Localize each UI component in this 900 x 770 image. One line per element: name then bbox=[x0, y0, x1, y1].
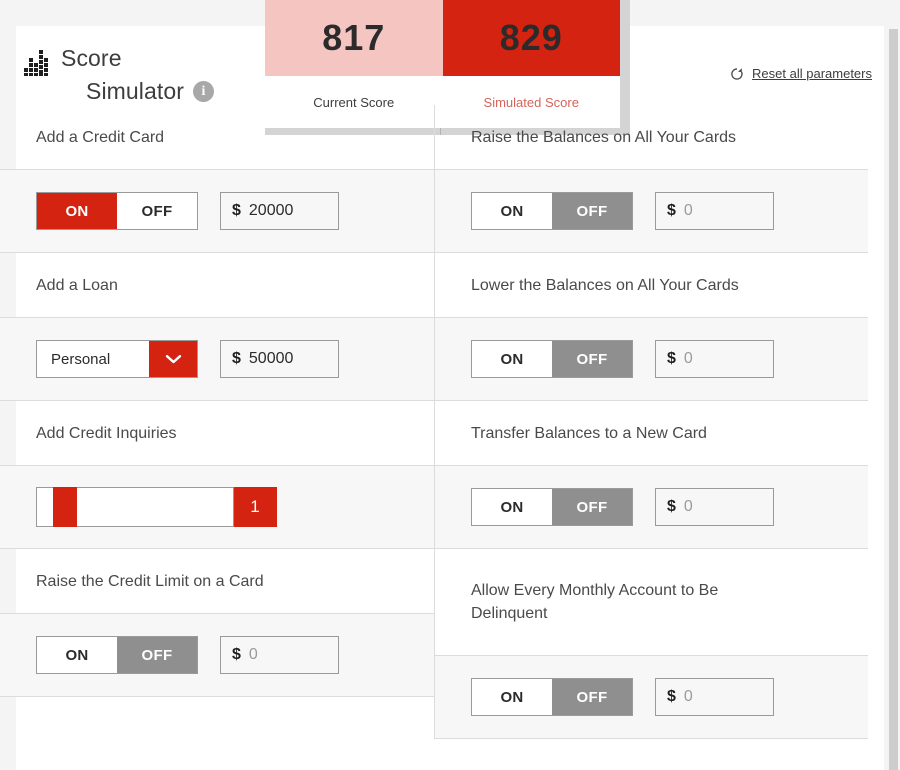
parameter-row: Raise the Credit Limit on a Card ON OFF $0 bbox=[0, 549, 434, 697]
amount-value: 0 bbox=[683, 350, 693, 367]
slider-handle[interactable] bbox=[52, 487, 77, 527]
parameter-control-row: ON OFF $0 bbox=[435, 465, 868, 549]
parameter-row: Add a Loan Personal $50000 bbox=[0, 253, 434, 401]
parameter-row: Transfer Balances to a New Card ON OFF $0 bbox=[435, 401, 868, 549]
score-values-row: 817 829 bbox=[265, 0, 620, 76]
currency-symbol: $ bbox=[667, 688, 676, 705]
toggle-off-option[interactable]: OFF bbox=[552, 489, 632, 525]
amount-value: 20000 bbox=[248, 202, 294, 219]
page-title: Score Simulator i bbox=[61, 42, 221, 108]
parameter-label: Lower the Balances on All Your Cards bbox=[471, 276, 739, 294]
parameter-label: Add a Credit Card bbox=[36, 128, 165, 146]
equalizer-logo-icon bbox=[24, 50, 48, 76]
amount-field[interactable]: $50000 bbox=[220, 340, 339, 378]
credit-inquiries-slider[interactable]: 1 bbox=[36, 487, 277, 527]
currency-symbol: $ bbox=[232, 350, 241, 367]
currency-symbol: $ bbox=[232, 646, 241, 663]
parameter-row: Add a Credit Card ON OFF $20000 bbox=[0, 105, 434, 253]
parameter-control-row: Personal $50000 bbox=[0, 317, 434, 401]
amount-value: 0 bbox=[683, 202, 693, 219]
toggle-on-option[interactable]: ON bbox=[472, 193, 552, 229]
parameter-row: Add Credit Inquiries 1 bbox=[0, 401, 434, 549]
page-scrollbar-thumb[interactable] bbox=[889, 29, 898, 770]
loan-type-select[interactable]: Personal bbox=[36, 340, 198, 378]
amount-field[interactable]: $20000 bbox=[220, 192, 339, 230]
parameter-control-row: ON OFF $0 bbox=[0, 613, 434, 697]
toggle-on-option[interactable]: ON bbox=[472, 679, 552, 715]
brand-line-2: Simulator bbox=[86, 78, 185, 104]
parameters-column-right: Raise the Balances on All Your Cards ON OF… bbox=[434, 105, 868, 739]
currency-symbol: $ bbox=[232, 202, 241, 219]
toggle-on-option[interactable]: ON bbox=[37, 193, 117, 229]
on-off-toggle[interactable]: ON OFF bbox=[36, 192, 198, 230]
simulated-score-value: 829 bbox=[442, 0, 620, 76]
reset-all-parameters-button[interactable]: Reset all parameters bbox=[730, 66, 872, 81]
page-root: Score Simulator i Reset all parameters 8… bbox=[0, 0, 900, 770]
on-off-toggle[interactable]: ON OFF bbox=[36, 636, 198, 674]
parameter-label: Add Credit Inquiries bbox=[36, 424, 177, 442]
currency-symbol: $ bbox=[667, 498, 676, 515]
parameters-grid: Add a Credit Card ON OFF $20000 Add a Loan Pe… bbox=[0, 105, 868, 739]
on-off-toggle[interactable]: ON OFF bbox=[471, 678, 633, 716]
app-branding: Score Simulator i bbox=[24, 42, 221, 108]
parameter-control-row: ON OFF $0 bbox=[435, 317, 868, 401]
toggle-on-option[interactable]: ON bbox=[37, 637, 117, 673]
parameter-label: Allow Every Monthly Account to Be Delinqu… bbox=[435, 549, 868, 655]
parameter-control-row: 1 bbox=[0, 465, 434, 549]
parameter-label-line-1: Allow Every Monthly Account to Be bbox=[471, 582, 719, 599]
select-selected-value: Personal bbox=[37, 341, 149, 377]
toggle-off-option[interactable]: OFF bbox=[117, 637, 197, 673]
parameter-row: Allow Every Monthly Account to Be Delinqu… bbox=[435, 549, 868, 739]
parameter-control-row: ON OFF $0 bbox=[435, 655, 868, 739]
amount-value: 50000 bbox=[248, 350, 294, 367]
amount-value: 0 bbox=[683, 498, 693, 515]
parameter-control-row: ON OFF $0 bbox=[435, 169, 868, 253]
reset-link-label: Reset all parameters bbox=[752, 66, 872, 81]
parameter-control-row: ON OFF $20000 bbox=[0, 169, 434, 253]
on-off-toggle[interactable]: ON OFF bbox=[471, 192, 633, 230]
toggle-off-option[interactable]: OFF bbox=[552, 193, 632, 229]
parameter-row: Lower the Balances on All Your Cards ON OF… bbox=[435, 253, 868, 401]
brand-line-2-wrap: Simulator i bbox=[61, 75, 215, 108]
toggle-on-option[interactable]: ON bbox=[472, 341, 552, 377]
select-dropdown-button[interactable] bbox=[149, 341, 197, 377]
amount-field[interactable]: $0 bbox=[655, 340, 774, 378]
toggle-off-option[interactable]: OFF bbox=[552, 341, 632, 377]
amount-field[interactable]: $0 bbox=[655, 192, 774, 230]
chevron-down-icon bbox=[165, 354, 181, 363]
parameter-label: Add a Loan bbox=[36, 276, 118, 294]
currency-symbol: $ bbox=[667, 202, 676, 219]
brand-line-1: Score bbox=[61, 45, 122, 71]
slider-track[interactable] bbox=[36, 487, 234, 527]
parameter-label: Raise the Balances on All Your Cards bbox=[471, 128, 737, 146]
refresh-icon bbox=[731, 67, 743, 80]
on-off-toggle[interactable]: ON OFF bbox=[471, 340, 633, 378]
current-score-value: 817 bbox=[265, 0, 443, 76]
toggle-on-option[interactable]: ON bbox=[472, 489, 552, 525]
amount-value: 0 bbox=[248, 646, 258, 663]
currency-symbol: $ bbox=[667, 350, 676, 367]
amount-field[interactable]: $0 bbox=[655, 488, 774, 526]
parameter-label: Transfer Balances to a New Card bbox=[471, 424, 707, 442]
amount-field[interactable]: $0 bbox=[220, 636, 339, 674]
parameters-column-left: Add a Credit Card ON OFF $20000 Add a Loan Pe… bbox=[0, 105, 434, 739]
info-icon[interactable]: i bbox=[193, 81, 215, 102]
parameter-label: Raise the Credit Limit on a Card bbox=[36, 572, 264, 590]
on-off-toggle[interactable]: ON OFF bbox=[471, 488, 633, 526]
parameter-label-line-2: Delinquent bbox=[471, 605, 548, 622]
toggle-off-option[interactable]: OFF bbox=[117, 193, 197, 229]
parameter-row: Raise the Balances on All Your Cards ON OF… bbox=[435, 105, 868, 253]
toggle-off-option[interactable]: OFF bbox=[552, 679, 632, 715]
amount-field[interactable]: $0 bbox=[655, 678, 774, 716]
amount-value: 0 bbox=[683, 688, 693, 705]
slider-value: 1 bbox=[233, 487, 277, 527]
page-scrollbar-track[interactable] bbox=[885, 0, 900, 770]
